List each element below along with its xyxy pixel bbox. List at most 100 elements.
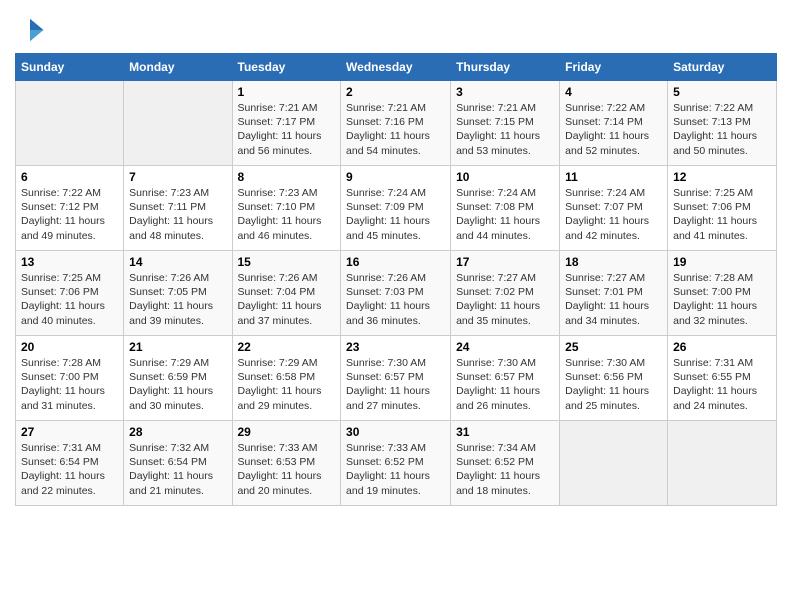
- calendar-cell: 8Sunrise: 7:23 AM Sunset: 7:10 PM Daylig…: [232, 166, 341, 251]
- day-number: 19: [673, 255, 771, 269]
- day-number: 27: [21, 425, 118, 439]
- day-info: Sunrise: 7:22 AM Sunset: 7:14 PM Dayligh…: [565, 101, 662, 158]
- calendar-cell: 28 Sunrise: 7:32 AM Sunset: 6:54 PM Dayli…: [124, 421, 232, 506]
- calendar-cell: 4 Sunrise: 7:22 AM Sunset: 7:14 PM Daylig…: [560, 81, 668, 166]
- calendar-cell: 11Sunrise: 7:24 AM Sunset: 7:07 PM Dayli…: [560, 166, 668, 251]
- calendar-cell: 26 Sunrise: 7:31 AM Sunset: 6:55 PM Dayli…: [668, 336, 777, 421]
- day-info: Sunrise: 7:31 AM Sunset: 6:54 PM Dayligh…: [21, 441, 118, 498]
- day-number: 22: [238, 340, 336, 354]
- day-info: Sunrise: 7:24 AM Sunset: 7:08 PM Dayligh…: [456, 186, 554, 243]
- page-header: [15, 10, 777, 45]
- day-info: Sunrise: 7:29 AM Sunset: 6:59 PM Dayligh…: [129, 356, 226, 413]
- calendar-cell: 7 Sunrise: 7:23 AM Sunset: 7:11 PM Daylig…: [124, 166, 232, 251]
- day-info: Sunrise: 7:32 AM Sunset: 6:54 PM Dayligh…: [129, 441, 226, 498]
- calendar-cell: 14 Sunrise: 7:26 AM Sunset: 7:05 PM Dayli…: [124, 251, 232, 336]
- calendar-cell: 30 Sunrise: 7:33 AM Sunset: 6:52 PM Dayli…: [341, 421, 451, 506]
- calendar-cell: 6 Sunrise: 7:22 AM Sunset: 7:12 PM Daylig…: [16, 166, 124, 251]
- calendar-cell: 22 Sunrise: 7:29 AM Sunset: 6:58 PM Dayli…: [232, 336, 341, 421]
- day-info: Sunrise: 7:21 AM Sunset: 7:16 PM Dayligh…: [346, 101, 445, 158]
- day-info: Sunrise: 7:26 AM Sunset: 7:05 PM Dayligh…: [129, 271, 226, 328]
- logo-icon: [15, 15, 45, 45]
- day-number: 21: [129, 340, 226, 354]
- column-header-sunday: Sunday: [16, 54, 124, 81]
- day-number: 12: [673, 170, 771, 184]
- day-number: 26: [673, 340, 771, 354]
- calendar-cell: 2 Sunrise: 7:21 AM Sunset: 7:16 PM Daylig…: [341, 81, 451, 166]
- day-number: 1: [238, 85, 336, 99]
- day-info: Sunrise: 7:30 AM Sunset: 6:56 PM Dayligh…: [565, 356, 662, 413]
- calendar-cell: 24 Sunrise: 7:30 AM Sunset: 6:57 PM Dayli…: [451, 336, 560, 421]
- day-number: 2: [346, 85, 445, 99]
- calendar-cell: 29 Sunrise: 7:33 AM Sunset: 6:53 PM Dayli…: [232, 421, 341, 506]
- calendar-cell: 3Sunrise: 7:21 AM Sunset: 7:15 PM Daylig…: [451, 81, 560, 166]
- day-info: Sunrise: 7:31 AM Sunset: 6:55 PM Dayligh…: [673, 356, 771, 413]
- day-info: Sunrise: 7:30 AM Sunset: 6:57 PM Dayligh…: [456, 356, 554, 413]
- day-number: 15: [238, 255, 336, 269]
- calendar-cell: 18 Sunrise: 7:27 AM Sunset: 7:01 PM Dayli…: [560, 251, 668, 336]
- day-number: 4: [565, 85, 662, 99]
- logo: [15, 15, 49, 45]
- day-info: Sunrise: 7:30 AM Sunset: 6:57 PM Dayligh…: [346, 356, 445, 413]
- day-info: Sunrise: 7:21 AM Sunset: 7:17 PM Dayligh…: [238, 101, 336, 158]
- calendar-cell: 1 Sunrise: 7:21 AM Sunset: 7:17 PM Daylig…: [232, 81, 341, 166]
- day-info: Sunrise: 7:22 AM Sunset: 7:13 PM Dayligh…: [673, 101, 771, 158]
- day-number: 17: [456, 255, 554, 269]
- calendar-cell: [668, 421, 777, 506]
- calendar-cell: [560, 421, 668, 506]
- day-number: 30: [346, 425, 445, 439]
- day-number: 6: [21, 170, 118, 184]
- column-header-wednesday: Wednesday: [341, 54, 451, 81]
- calendar-cell: [124, 81, 232, 166]
- calendar-cell: 25Sunrise: 7:30 AM Sunset: 6:56 PM Dayli…: [560, 336, 668, 421]
- day-number: 13: [21, 255, 118, 269]
- calendar-week-5: 27 Sunrise: 7:31 AM Sunset: 6:54 PM Dayli…: [16, 421, 777, 506]
- day-info: Sunrise: 7:29 AM Sunset: 6:58 PM Dayligh…: [238, 356, 336, 413]
- calendar-cell: 20 Sunrise: 7:28 AM Sunset: 7:00 PM Dayli…: [16, 336, 124, 421]
- day-info: Sunrise: 7:23 AM Sunset: 7:10 PM Dayligh…: [238, 186, 336, 243]
- calendar-cell: 31 Sunrise: 7:34 AM Sunset: 6:52 PM Dayli…: [451, 421, 560, 506]
- day-info: Sunrise: 7:25 AM Sunset: 7:06 PM Dayligh…: [673, 186, 771, 243]
- calendar-cell: 9Sunrise: 7:24 AM Sunset: 7:09 PM Daylig…: [341, 166, 451, 251]
- calendar-cell: 13 Sunrise: 7:25 AM Sunset: 7:06 PM Dayli…: [16, 251, 124, 336]
- calendar-cell: [16, 81, 124, 166]
- day-info: Sunrise: 7:27 AM Sunset: 7:02 PM Dayligh…: [456, 271, 554, 328]
- day-info: Sunrise: 7:21 AM Sunset: 7:15 PM Dayligh…: [456, 101, 554, 158]
- day-info: Sunrise: 7:33 AM Sunset: 6:52 PM Dayligh…: [346, 441, 445, 498]
- day-info: Sunrise: 7:25 AM Sunset: 7:06 PM Dayligh…: [21, 271, 118, 328]
- day-number: 20: [21, 340, 118, 354]
- calendar-week-3: 13 Sunrise: 7:25 AM Sunset: 7:06 PM Dayli…: [16, 251, 777, 336]
- column-header-saturday: Saturday: [668, 54, 777, 81]
- day-info: Sunrise: 7:23 AM Sunset: 7:11 PM Dayligh…: [129, 186, 226, 243]
- day-info: Sunrise: 7:26 AM Sunset: 7:03 PM Dayligh…: [346, 271, 445, 328]
- day-number: 29: [238, 425, 336, 439]
- day-number: 24: [456, 340, 554, 354]
- column-header-tuesday: Tuesday: [232, 54, 341, 81]
- calendar-week-1: 1 Sunrise: 7:21 AM Sunset: 7:17 PM Daylig…: [16, 81, 777, 166]
- calendar-cell: 15Sunrise: 7:26 AM Sunset: 7:04 PM Dayli…: [232, 251, 341, 336]
- day-info: Sunrise: 7:34 AM Sunset: 6:52 PM Dayligh…: [456, 441, 554, 498]
- day-info: Sunrise: 7:28 AM Sunset: 7:00 PM Dayligh…: [21, 356, 118, 413]
- calendar-cell: 19Sunrise: 7:28 AM Sunset: 7:00 PM Dayli…: [668, 251, 777, 336]
- day-number: 18: [565, 255, 662, 269]
- day-number: 31: [456, 425, 554, 439]
- column-header-thursday: Thursday: [451, 54, 560, 81]
- day-number: 28: [129, 425, 226, 439]
- day-number: 5: [673, 85, 771, 99]
- calendar-cell: 23 Sunrise: 7:30 AM Sunset: 6:57 PM Dayli…: [341, 336, 451, 421]
- day-info: Sunrise: 7:33 AM Sunset: 6:53 PM Dayligh…: [238, 441, 336, 498]
- day-info: Sunrise: 7:27 AM Sunset: 7:01 PM Dayligh…: [565, 271, 662, 328]
- column-header-friday: Friday: [560, 54, 668, 81]
- day-number: 10: [456, 170, 554, 184]
- calendar-cell: 12 Sunrise: 7:25 AM Sunset: 7:06 PM Dayli…: [668, 166, 777, 251]
- calendar-week-2: 6 Sunrise: 7:22 AM Sunset: 7:12 PM Daylig…: [16, 166, 777, 251]
- day-info: Sunrise: 7:24 AM Sunset: 7:07 PM Dayligh…: [565, 186, 662, 243]
- calendar-cell: 5 Sunrise: 7:22 AM Sunset: 7:13 PM Daylig…: [668, 81, 777, 166]
- day-number: 14: [129, 255, 226, 269]
- day-info: Sunrise: 7:22 AM Sunset: 7:12 PM Dayligh…: [21, 186, 118, 243]
- day-number: 7: [129, 170, 226, 184]
- header-row: SundayMondayTuesdayWednesdayThursdayFrid…: [16, 54, 777, 81]
- column-header-monday: Monday: [124, 54, 232, 81]
- calendar-cell: 27 Sunrise: 7:31 AM Sunset: 6:54 PM Dayli…: [16, 421, 124, 506]
- day-number: 23: [346, 340, 445, 354]
- day-number: 9: [346, 170, 445, 184]
